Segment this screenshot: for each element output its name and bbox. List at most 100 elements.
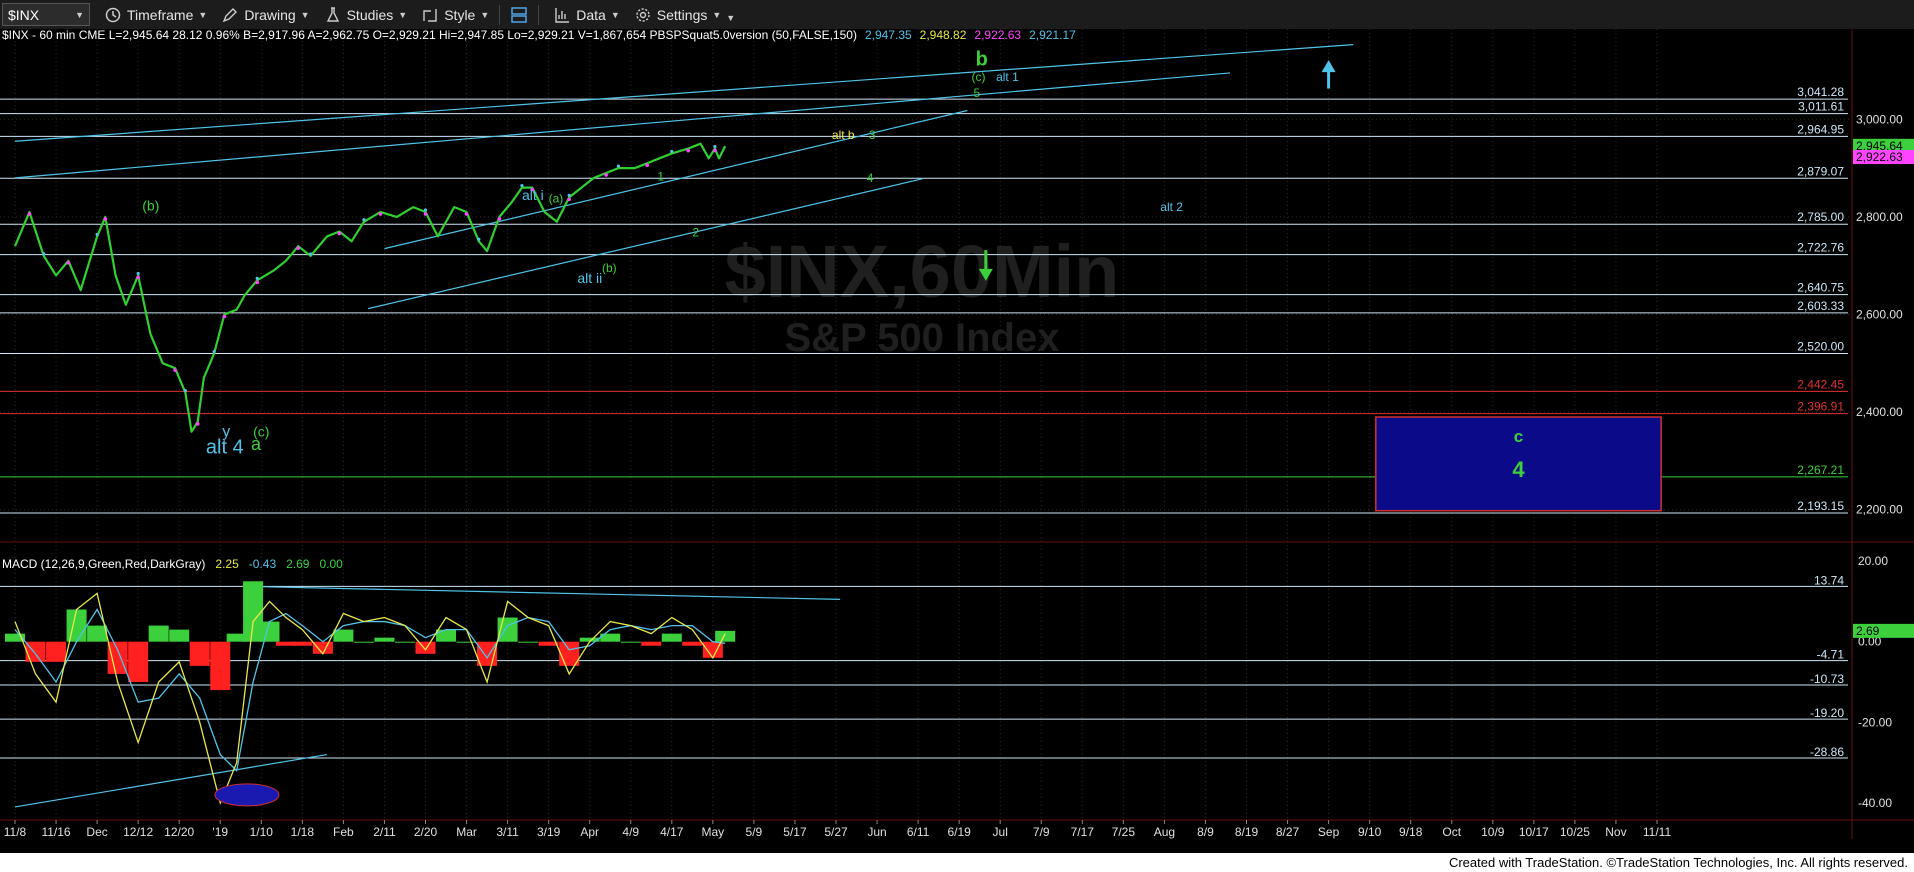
chevron-down-icon: ▼ [480, 9, 490, 20]
macd-histogram-bar [169, 629, 190, 642]
x-tick-label: Sep [1318, 825, 1340, 839]
chevron-down-icon: ▼ [610, 9, 620, 20]
macd-histogram-bar [189, 641, 210, 666]
chevron-down-icon: ▼ [300, 9, 310, 20]
x-tick-label: 11/11 [1643, 825, 1672, 839]
wave-label: (a) [549, 191, 564, 205]
layout-button[interactable] [510, 6, 528, 24]
pencil-icon [221, 6, 239, 24]
layout-icon [510, 6, 528, 24]
x-tick-label: 6/19 [947, 825, 971, 839]
timeframe-label: Timeframe [127, 6, 194, 23]
settings-label: Settings [656, 6, 708, 23]
x-tick-label: Nov [1605, 825, 1626, 839]
wave-label: alt 1 [996, 70, 1019, 84]
price-dot [604, 173, 608, 177]
x-tick-label: Mar [456, 825, 477, 839]
x-tick-label: 5/27 [824, 825, 848, 839]
x-tick-label: 7/9 [1033, 825, 1050, 839]
wave-label: (c) [971, 70, 985, 84]
macd-y-tick-label: -20.00 [1858, 715, 1892, 729]
price-level-label: 2,722.76 [1797, 241, 1844, 255]
timeframe-button[interactable]: Timeframe ▼ [104, 6, 207, 24]
studies-button[interactable]: Studies ▼ [324, 6, 408, 24]
symbol-value: $INX [8, 6, 40, 23]
target-box-label-c: c [1514, 427, 1523, 446]
macd-level-label: -28.86 [1810, 745, 1844, 759]
x-tick-label: 3/19 [537, 825, 561, 839]
macd-histogram-bar [46, 641, 67, 662]
price-level-label: 2,396.91 [1797, 400, 1844, 414]
chevron-down-small-icon: ▼ [726, 12, 736, 23]
macd-last-value-label: 2.69 [1856, 624, 1880, 638]
price-dot [136, 275, 140, 280]
price-level-label: 3,041.28 [1797, 85, 1844, 99]
chevron-down-icon: ▼ [712, 9, 722, 20]
drawing-button[interactable]: Drawing ▼ [221, 6, 310, 24]
x-tick-label: 8/9 [1197, 825, 1214, 839]
y-tick-label: 2,200.00 [1856, 503, 1903, 517]
chevron-down-icon: ▼ [398, 9, 408, 20]
price-dot [222, 314, 227, 319]
price-dot [103, 217, 108, 221]
x-tick-label: 9/10 [1358, 825, 1382, 839]
macd-y-tick-label: 20.00 [1858, 554, 1888, 568]
macd-histogram-bar [394, 641, 415, 643]
x-tick-label: Jul [993, 825, 1008, 839]
y-tick-label: 2,800.00 [1856, 210, 1903, 224]
price-dot [183, 388, 187, 393]
data-label: Data [576, 6, 606, 23]
price-level-label: 2,520.00 [1797, 340, 1844, 354]
macd-y-tick-label: -40.00 [1858, 796, 1892, 810]
drawing-label: Drawing [244, 6, 296, 23]
price-level-label: 2,267.21 [1797, 463, 1844, 477]
price-dot [212, 349, 216, 354]
style-label: Style [444, 6, 476, 23]
wave-label: (b) [602, 261, 617, 275]
wave-label: alt b [832, 128, 855, 142]
clock-icon [104, 6, 122, 24]
x-tick-label: Apr [580, 825, 599, 839]
header-part: $INX - 60 min CME L=2,945.64 28.12 0.96%… [2, 29, 857, 42]
x-tick-label: '19 [212, 825, 228, 839]
last-price-tag-label: 2,922.63 [1856, 150, 1903, 164]
macd-histogram-bar [661, 633, 682, 642]
symbol-input[interactable]: $INX ▼ [2, 3, 90, 26]
price-level-label: 2,640.75 [1797, 281, 1844, 295]
bar-chart-icon [553, 6, 571, 24]
header-part: 2,948.82 [920, 29, 967, 42]
macd-histogram-bar [148, 625, 169, 642]
x-tick-label: 2/11 [373, 825, 396, 839]
flask-icon [324, 6, 342, 24]
macd-histogram-bar [353, 641, 374, 643]
x-tick-label: 11/16 [41, 825, 70, 839]
x-tick-label: 8/19 [1235, 825, 1259, 839]
price-level-label: 2,193.15 [1797, 499, 1844, 513]
price-dot [378, 212, 383, 216]
price-dot [66, 261, 71, 265]
price-dot [645, 163, 649, 168]
macd-histogram-bar [436, 629, 457, 642]
price-dot [713, 148, 717, 153]
wave-label: alt ii [577, 270, 602, 286]
x-tick-label: 7/17 [1071, 825, 1095, 839]
header-part: 2,922.63 [974, 29, 1021, 42]
x-tick-label: Feb [333, 825, 354, 839]
macd-legend-value: 2.25 [215, 557, 239, 571]
target-box-label-4: 4 [1512, 457, 1525, 482]
wave-label: alt 4 [206, 437, 244, 459]
wave-label: 1 [657, 169, 664, 183]
x-tick-label: 3/11 [496, 825, 519, 839]
style-button[interactable]: Style ▼ [421, 6, 489, 24]
chevron-down-icon[interactable]: ▼ [75, 10, 84, 20]
x-tick-label: 4/9 [622, 825, 639, 839]
settings-button[interactable]: Settings ▼ ▼ [634, 6, 735, 24]
wave-label: 4 [867, 171, 874, 185]
chart-area[interactable]: $INX,60Min S&P 500 Index 3,041.283,011.6… [0, 29, 1914, 853]
data-button[interactable]: Data ▼ [553, 6, 620, 24]
macd-histogram-bar [128, 641, 149, 682]
price-dot [713, 144, 717, 149]
macd-histogram-bar [518, 641, 539, 643]
toolbar-divider [499, 4, 501, 25]
wave-label: alt 2 [1160, 200, 1183, 214]
